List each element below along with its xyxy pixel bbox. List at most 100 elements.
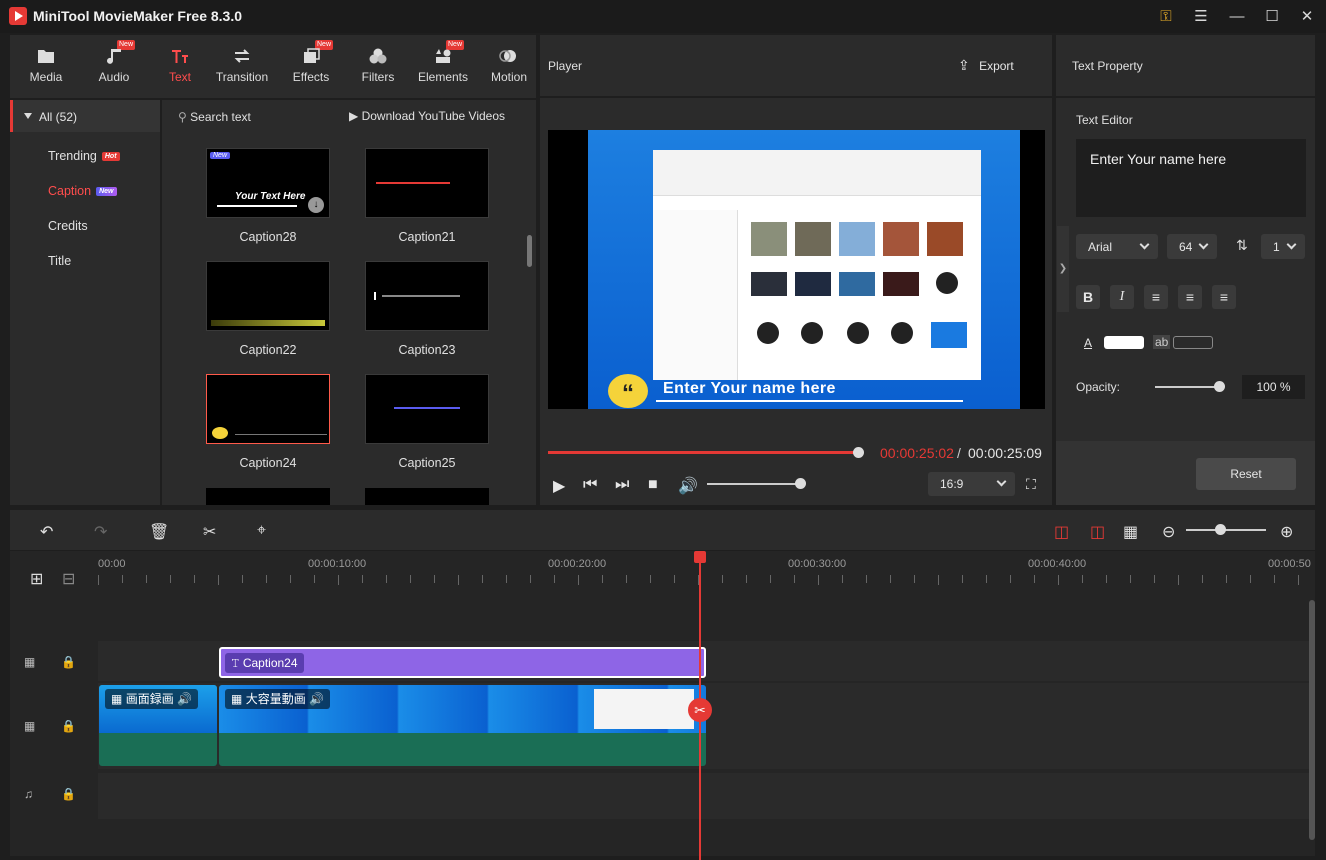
playback-progress-knob[interactable] [853,447,864,458]
reset-button[interactable]: Reset [1196,458,1296,490]
opacity-value: 100 % [1256,380,1291,394]
effects-icon [304,48,320,63]
crop-icon[interactable]: ⌖ [257,522,266,540]
ruler-tick [674,575,675,583]
maximize-icon[interactable]: ☐ [1261,6,1283,28]
tab-media[interactable]: Media [15,35,77,98]
tab-filters[interactable]: Filters [347,35,409,98]
text-library: ⚲ Search text ▶ Download YouTube Videos … [162,100,536,505]
undo-icon[interactable]: ↶ [40,522,53,542]
fullscreen-icon[interactable]: ⛶ [1026,476,1036,493]
ruler-tick [914,575,915,583]
caption-thumb-partial[interactable] [206,488,330,505]
caption-thumb[interactable] [365,261,489,331]
lock-icon[interactable]: 🔒 [61,787,76,801]
caption-thumb[interactable]: New Your Text Here ↓ [206,148,330,218]
export-button[interactable]: ⇪ Export [958,57,1014,74]
thumb-wave-line [217,205,297,207]
redo-icon[interactable]: ↷ [94,522,107,542]
tab-effects[interactable]: New Effects [280,35,342,98]
align-center-icon[interactable]: ≡ [1178,285,1202,309]
line-spacing-select[interactable]: 1 [1261,234,1305,259]
collapse-panel-icon[interactable]: ❯ [1057,226,1069,312]
menu-icon[interactable]: ☰ [1190,6,1212,28]
key-icon[interactable]: ⚿ [1155,6,1177,28]
split-marker-icon[interactable]: ◫ [1090,522,1105,542]
background-color-swatch[interactable] [1173,336,1213,349]
minimize-icon[interactable]: — [1226,6,1248,28]
text-color-swatch[interactable] [1104,336,1144,349]
category-title[interactable]: Title [48,254,71,268]
search-text-box[interactable]: ⚲ Search text [178,110,251,124]
magnet-snap-icon[interactable]: ◫ [1054,522,1069,542]
bold-button[interactable]: B [1076,285,1100,309]
zoom-in-icon[interactable]: ⊕ [1280,522,1293,542]
caption-clip[interactable]: 𝚃 Caption24 [219,647,706,678]
line-spacing-icon: ⇅ [1236,237,1248,253]
zoom-slider-track[interactable] [1186,529,1266,531]
download-youtube-button[interactable]: ▶ Download YouTube Videos [349,109,505,123]
stop-icon[interactable]: ■ [648,476,658,494]
font-size-select[interactable]: 64 [1167,234,1217,259]
lock-icon[interactable]: 🔒 [61,719,76,733]
tab-text[interactable]: Text [149,35,211,98]
caption-thumb[interactable] [206,261,330,331]
text-editor-input[interactable]: Enter Your name here [1076,139,1306,217]
next-frame-icon[interactable]: ⏭ [615,476,629,494]
zoom-out-icon[interactable]: ⊖ [1162,522,1175,542]
remove-track-icon[interactable]: ⊟ [62,569,75,589]
align-right-icon[interactable]: ≡ [1212,285,1236,309]
library-scrollbar[interactable] [527,235,532,267]
category-credits[interactable]: Credits [48,219,88,233]
video-clip[interactable]: ▦ 画面録画 🔊 [99,685,217,766]
lock-icon[interactable]: 🔒 [61,655,76,669]
volume-icon[interactable]: 🔊 [678,476,698,496]
font-family-select[interactable]: Arial [1076,234,1158,259]
search-icon: ⚲ [178,110,187,124]
music-note-icon [107,49,121,64]
text-editor-value: Enter Your name here [1090,151,1227,167]
caption-thumb[interactable] [365,374,489,444]
ruler-tick [1082,575,1083,583]
split-scissors-icon[interactable]: ✂ [688,698,712,722]
volume-slider-track[interactable] [707,483,802,485]
timeline-scrollbar[interactable] [1309,600,1315,840]
text-editor-label: Text Editor [1076,113,1133,127]
thumb-label: Caption23 [398,343,456,357]
audio-track[interactable] [98,773,1310,819]
zoom-slider-knob[interactable] [1215,524,1226,535]
italic-button[interactable]: I [1110,285,1134,309]
opacity-input[interactable]: 100 % [1242,375,1305,399]
delete-icon[interactable]: 🗑 [149,522,169,542]
fit-timeline-icon[interactable]: ▦ [1123,522,1138,542]
category-trending[interactable]: Trending Hot [48,149,120,163]
ruler-label: 00:00:30:00 [788,558,847,570]
split-scissors-icon[interactable]: ✂ [203,522,216,542]
opacity-slider-track[interactable] [1155,386,1221,388]
tab-motion[interactable]: Motion [478,35,540,98]
film-track-icon: ▦ [24,719,36,733]
tab-transition[interactable]: Transition [211,35,273,98]
previous-frame-icon[interactable]: ⏮ [583,476,597,494]
volume-slider-knob[interactable] [795,478,806,489]
caption-thumb[interactable] [365,148,489,218]
caption-thumb-partial[interactable] [365,488,489,505]
tab-audio[interactable]: New Audio [83,35,145,98]
add-track-icon[interactable]: ⊞ [30,569,43,589]
video-preview[interactable]: “ Enter Your name here [548,130,1045,409]
category-label: Trending [48,149,97,163]
category-caption[interactable]: Caption New [48,184,117,198]
align-left-icon[interactable]: ≡ [1144,285,1168,309]
hot-badge: Hot [101,152,120,161]
video-clip[interactable]: ▦ 大容量動画 🔊 [219,685,706,766]
opacity-slider-knob[interactable] [1214,381,1225,392]
play-icon[interactable]: ▶ [553,476,565,496]
ruler-tick [626,575,627,583]
tab-elements[interactable]: New Elements [412,35,474,98]
aspect-ratio-select[interactable]: 16:9 [928,472,1015,496]
close-icon[interactable]: ✕ [1296,6,1318,28]
caption-thumb-selected[interactable] [206,374,330,444]
category-all[interactable]: All (52) [10,100,160,132]
download-icon[interactable]: ↓ [308,197,324,213]
ruler-tick [458,575,459,585]
